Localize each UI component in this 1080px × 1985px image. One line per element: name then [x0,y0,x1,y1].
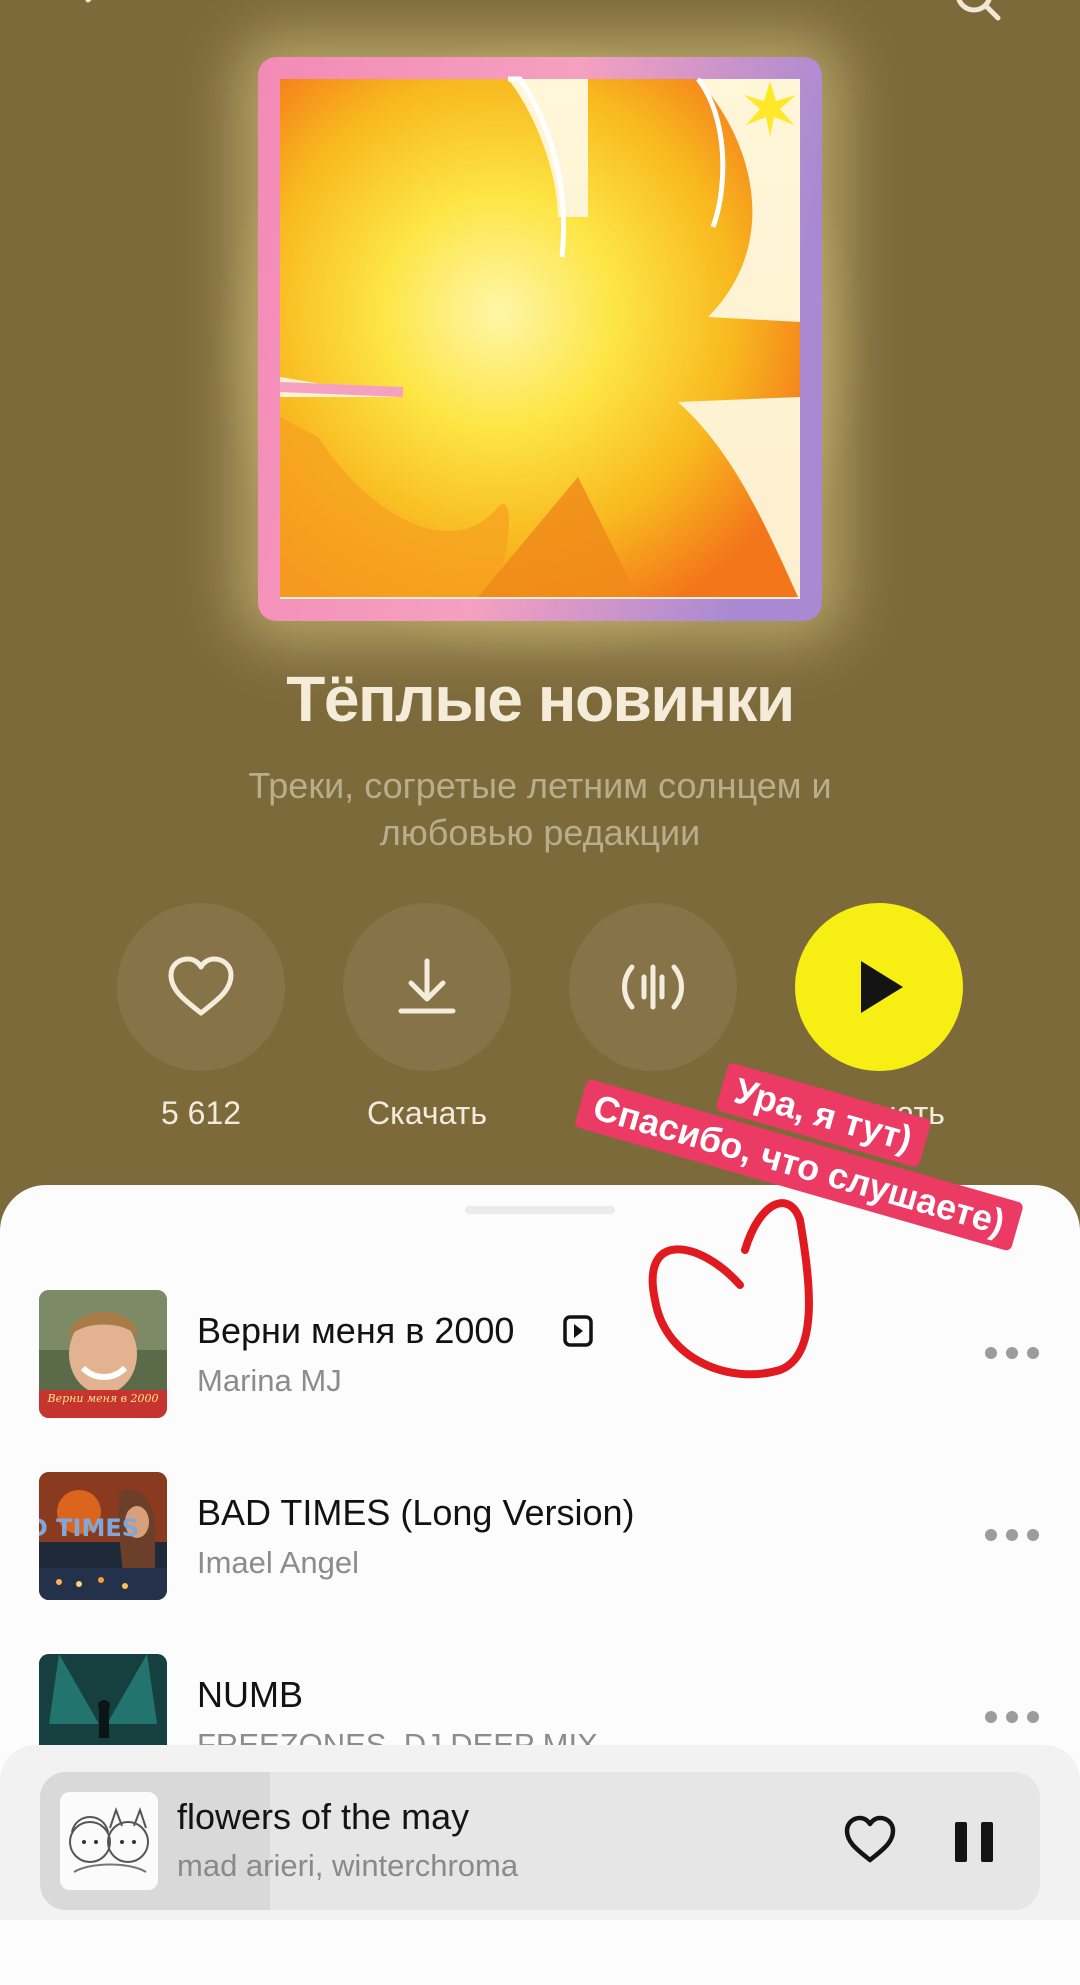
more-icon[interactable] [985,1524,1039,1546]
wave-button[interactable] [569,903,737,1071]
track-title: NUMB [197,1674,303,1715]
pause-icon[interactable] [953,1820,995,1864]
more-icon[interactable] [985,1342,1039,1364]
playlist-cover [258,57,822,621]
playlist-title: Тёплые новинки [286,663,795,735]
download-icon [398,958,456,1014]
track-title: BAD TIMES (Long Version) [197,1492,635,1533]
heart-icon[interactable] [843,1815,897,1865]
track-cover: Верни меня в 2000 [39,1290,167,1418]
mini-player[interactable]: flowers of the may mad arieri, winterchr… [40,1772,1040,1910]
search-icon[interactable] [950,0,1010,30]
track-artist: Marina MJ [197,1363,342,1398]
cover-caption: BAD TIMES [39,1514,139,1542]
now-playing-cover [60,1792,158,1890]
more-icon[interactable] [985,1706,1039,1728]
download-button[interactable] [343,903,511,1071]
play-button[interactable] [795,903,963,1071]
track-cover: BAD TIMES [39,1472,167,1600]
track-row[interactable]: BAD TIMES BAD TIMES (Long Version) Imael… [0,1472,1080,1602]
track-title: Верни меня в 2000 [197,1310,515,1351]
back-icon[interactable] [70,0,130,30]
video-icon [563,1315,593,1347]
now-playing-title: flowers of the may [177,1796,470,1837]
heart-icon [168,956,234,1016]
download-label: Скачать [367,1095,487,1131]
now-playing-artist: mad arieri, winterchroma [177,1848,519,1883]
sheet-handle[interactable] [465,1206,615,1214]
playlist-subtitle: Треки, согретые летним солнцем и любовью… [248,765,832,853]
track-artist: Imael Angel [197,1545,359,1580]
like-button[interactable] [117,903,285,1071]
play-icon [861,961,903,1013]
likes-count: 5 612 [160,1095,242,1131]
cover-caption: Верни меня в 2000 [46,1392,158,1405]
track-row[interactable]: Верни меня в 2000 Верни меня в 2000 Mari… [0,1290,1080,1420]
wave-icon [622,964,684,1010]
